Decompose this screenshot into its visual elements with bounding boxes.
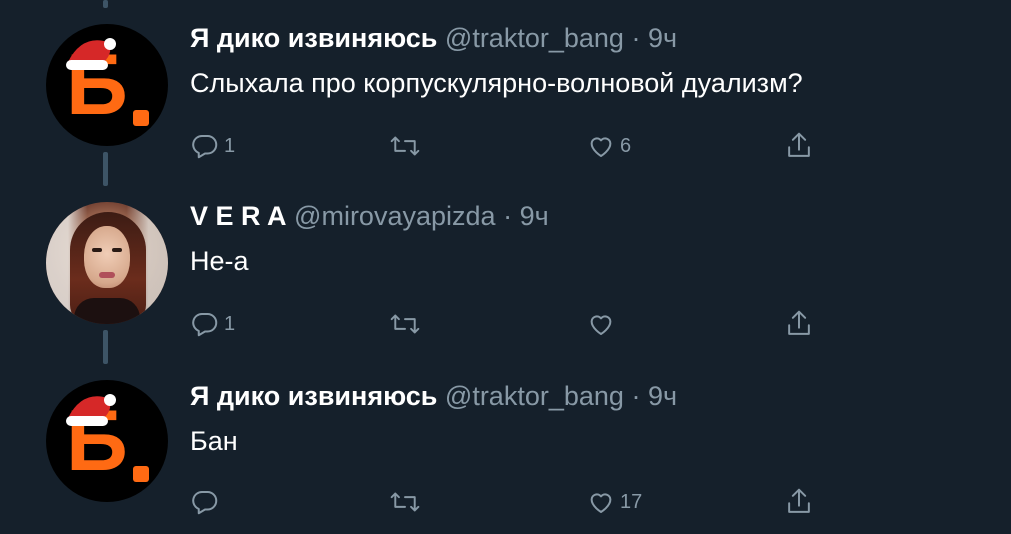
tweet[interactable]: Б Я дико извиняюсь @traktor_bang · 9ч Ба… [0,356,1011,534]
timestamp[interactable]: 9ч [648,23,677,53]
timestamp[interactable]: 9ч [648,381,677,411]
reply-button[interactable]: 1 [190,306,235,342]
author-handle[interactable]: @traktor_bang [445,23,624,53]
retweet-button[interactable] [388,484,426,520]
reply-icon [192,313,218,337]
share-button[interactable] [784,306,814,342]
retweet-icon [390,314,420,334]
tweet-text: Не-а [190,246,249,276]
like-count: 17 [620,490,643,513]
separator: · [503,201,513,231]
tweet-header: Я дико извиняюсь @traktor_bang · 9ч [190,22,677,54]
share-button[interactable] [784,128,814,164]
timestamp[interactable]: 9ч [520,201,549,231]
author-handle[interactable]: @mirovayapizda [294,201,496,231]
avatar[interactable] [46,202,168,324]
santa-hat-icon [66,394,116,426]
avatar[interactable]: Б [46,380,168,502]
tweet[interactable]: V E R A @mirovayapizda · 9ч Не-а 1 [0,178,1011,356]
brand-logo-dot [133,110,149,126]
retweet-button[interactable] [388,306,426,342]
tweet-text: Бан [190,426,238,456]
tweet[interactable]: Б Я дико извиняюсь @traktor_bang · 9ч Сл… [0,0,1011,178]
tweet-header: V E R A @mirovayapizda · 9ч [190,200,549,232]
author-name[interactable]: V E R A [190,201,287,231]
avatar[interactable]: Б [46,24,168,146]
retweet-icon [390,136,420,156]
avatar-clothing [74,298,140,324]
tweet-actions: 1 6 [190,128,830,164]
tweet-actions: 1 [190,306,830,342]
avatar-eye [92,248,102,252]
reply-icon [192,491,218,515]
santa-hat-icon [66,38,116,70]
reply-button[interactable]: 1 [190,128,235,164]
share-icon [788,132,810,157]
reply-icon [192,135,218,159]
reply-count: 1 [224,312,236,335]
like-icon [590,493,612,513]
like-icon [590,315,612,335]
retweet-button[interactable] [388,128,426,164]
author-name[interactable]: Я дико извиняюсь [190,381,437,411]
like-button[interactable]: 17 [586,484,642,520]
separator: · [631,381,641,411]
tweet-header: Я дико извиняюсь @traktor_bang · 9ч [190,380,677,412]
author-handle[interactable]: @traktor_bang [445,381,624,411]
separator: · [631,23,641,53]
share-icon [788,488,810,513]
reply-button[interactable] [190,484,224,520]
tweet-actions: 17 [190,484,830,520]
avatar-face [84,226,130,288]
share-button[interactable] [784,484,814,520]
reply-count: 1 [224,134,236,157]
author-name[interactable]: Я дико извиняюсь [190,23,437,53]
avatar-eye [112,248,122,252]
brand-logo-dot [133,466,149,482]
like-icon [590,137,612,157]
retweet-icon [390,492,420,512]
like-count: 6 [620,134,632,157]
like-button[interactable] [586,306,620,342]
like-button[interactable]: 6 [586,128,631,164]
tweet-text: Слыхала про корпускулярно-волновой дуали… [190,68,803,98]
share-icon [788,310,810,335]
avatar-lips [99,272,115,278]
